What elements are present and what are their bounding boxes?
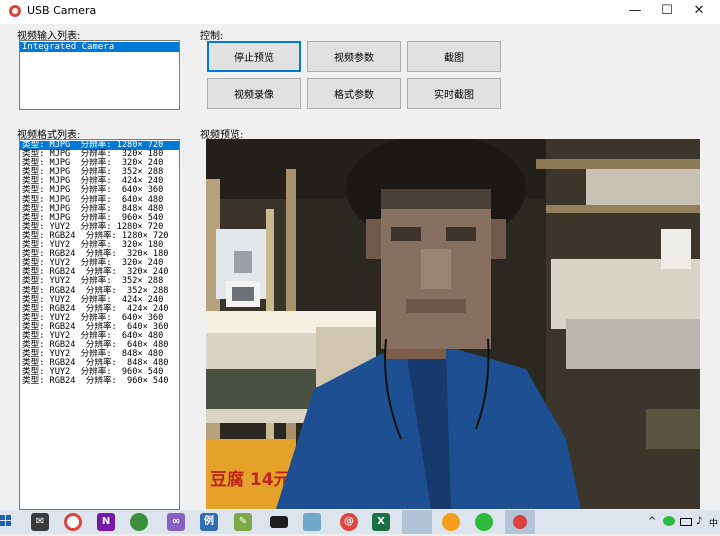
volume-icon[interactable]: ♪ — [696, 516, 702, 527]
camera-app-icon — [9, 5, 21, 17]
wechat-icon[interactable] — [475, 513, 493, 531]
input-listbox[interactable]: Integrated Camera — [19, 40, 180, 110]
live-screenshot-button[interactable]: 实时截图 — [407, 78, 501, 109]
video-preview: 豆腐 14元/ — [206, 139, 700, 509]
color-app-icon[interactable] — [442, 513, 460, 531]
onenote-icon[interactable]: N — [97, 513, 115, 531]
ime-icon[interactable]: 中 — [709, 516, 718, 529]
terminal-icon[interactable] — [270, 516, 288, 528]
control-label: 控制: — [200, 31, 224, 42]
visual-studio-icon[interactable]: ∞ — [167, 513, 185, 531]
input-list-item[interactable]: Integrated Camera — [20, 42, 179, 52]
chrome-icon[interactable] — [64, 513, 82, 531]
camera-frame-image: 豆腐 14元/ — [206, 139, 700, 509]
windows-start-icon[interactable] — [0, 515, 12, 527]
screenshot-button[interactable]: 截图 — [407, 41, 501, 72]
title-bar: USB Camera — ☐ ✕ — [0, 0, 720, 24]
excel-icon[interactable]: X — [372, 513, 390, 531]
usb-camera-icon — [513, 515, 527, 529]
example-app-icon[interactable]: 例 — [200, 513, 218, 531]
format-params-button[interactable]: 格式参数 — [307, 78, 401, 109]
stop-preview-button[interactable]: 停止预览 — [207, 41, 301, 72]
minimize-button[interactable]: — — [618, 0, 652, 22]
video-params-button[interactable]: 视频参数 — [307, 41, 401, 72]
tray-wechat-icon[interactable] — [663, 516, 675, 526]
close-button[interactable]: ✕ — [682, 0, 716, 22]
window-title: USB Camera — [27, 4, 97, 17]
files-icon[interactable] — [303, 513, 321, 531]
tray-expand-icon[interactable]: ^ — [648, 516, 656, 527]
camera-app-icon[interactable] — [402, 510, 432, 534]
taskbar: ✉ N ∞ 例 ✎ @ X ^ ♪ 中 — [0, 510, 720, 534]
format-list-item[interactable]: 类型: RGB24 分辨率: 960× 540 — [20, 377, 179, 386]
format-listbox[interactable]: 类型: MJPG 分辨率: 1280× 720 类型: MJPG 分辨率: 32… — [19, 139, 180, 510]
usb-camera-taskbar-button[interactable] — [505, 510, 535, 534]
video-record-button[interactable]: 视频录像 — [207, 78, 301, 109]
notepad-icon[interactable]: ✎ — [234, 513, 252, 531]
mail-icon[interactable]: ✉ — [31, 513, 49, 531]
maximize-button[interactable]: ☐ — [650, 0, 684, 22]
battery-icon[interactable] — [680, 518, 692, 526]
green-app-icon[interactable] — [130, 513, 148, 531]
swirl-app-icon[interactable]: @ — [340, 513, 358, 531]
